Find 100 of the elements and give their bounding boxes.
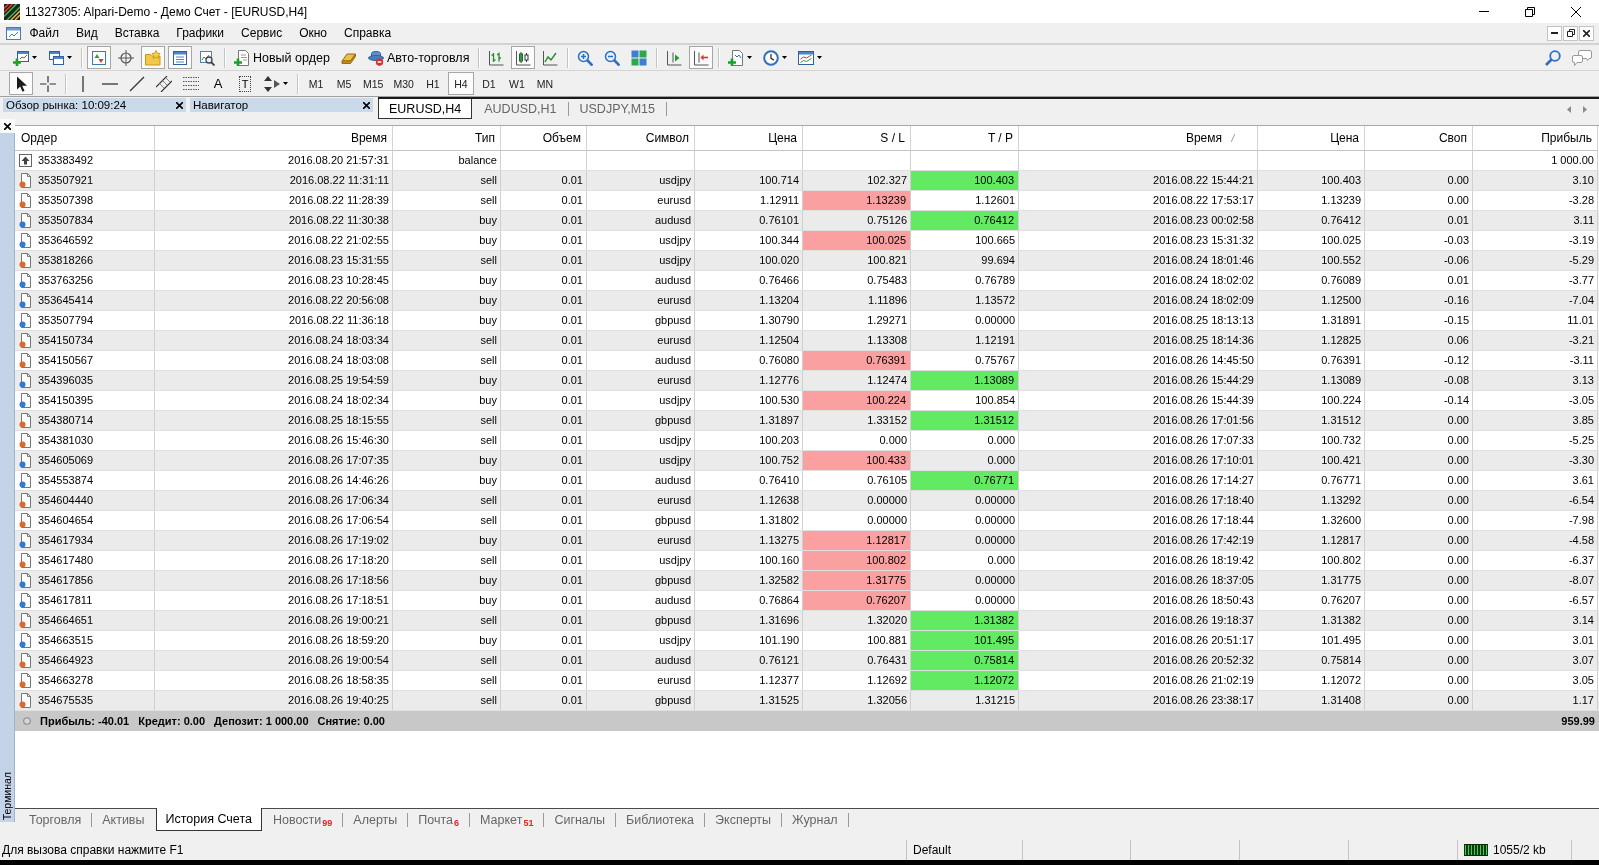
- tab[interactable]: История Счета: [155, 808, 262, 831]
- arrow-left-icon[interactable]: [1567, 105, 1571, 113]
- table-cell: 1.12072: [911, 671, 1018, 690]
- restore-button[interactable]: [1563, 25, 1578, 41]
- table-cell-text: 1.30790: [758, 313, 800, 328]
- timeframe-button[interactable]: MN: [531, 72, 558, 95]
- arrow-right-icon[interactable]: [1583, 105, 1587, 113]
- close-button[interactable]: [0, 119, 15, 133]
- table-cell-text: 0.00: [1446, 613, 1470, 628]
- document-plus-icon: [728, 49, 745, 66]
- document-icon: [19, 173, 32, 188]
- timeframe-button[interactable]: W1: [503, 72, 530, 95]
- chart-tab[interactable]: EURUSD,H4: [378, 99, 473, 119]
- table-cell-text: usdjpy: [658, 553, 692, 568]
- tab[interactable]: Алерты: [343, 809, 408, 831]
- table-cell-text: 0.01: [560, 233, 584, 248]
- column-header[interactable]: Цена: [695, 126, 803, 151]
- vertical-line-icon: [82, 75, 84, 92]
- table-cell-text: 0.76466: [758, 273, 800, 288]
- timeframe-button[interactable]: M15: [359, 72, 388, 95]
- close-button[interactable]: [1579, 25, 1594, 41]
- table-cell-text: 0.76410: [758, 473, 800, 488]
- table-cell-text: 101.495: [1320, 633, 1362, 648]
- table-cell-text: -4.58: [1567, 533, 1595, 548]
- tab[interactable]: Библиотека: [616, 809, 705, 831]
- table-cell-text: 353507794: [38, 313, 94, 328]
- table-cell-text: 2016.08.26 17:18:40: [1152, 493, 1255, 508]
- tab[interactable]: Торговля: [19, 809, 92, 831]
- timeframe-button[interactable]: H4: [447, 72, 474, 95]
- column-header[interactable]: Своп: [1365, 126, 1473, 151]
- table-cell-text: 2016.08.22 21:02:55: [287, 233, 390, 248]
- menu-item[interactable]: Справка: [335, 24, 400, 42]
- column-header[interactable]: Время: [1019, 126, 1258, 151]
- table-cell-text: 0.00: [1446, 553, 1470, 568]
- table-cell-text: 0.00: [1446, 433, 1470, 448]
- timeframe-button[interactable]: H1: [419, 72, 446, 95]
- column-header[interactable]: Ордер: [15, 126, 155, 151]
- timeframe-button[interactable]: M30: [389, 72, 418, 95]
- table-cell-text: 0.76101: [758, 213, 800, 228]
- table-cell-text: gbpusd: [653, 313, 692, 328]
- table-cell-text: 2016.08.26 17:18:20: [287, 553, 390, 568]
- document-icon: [19, 453, 32, 468]
- document-icon: [19, 253, 32, 268]
- template-icon: [798, 49, 815, 66]
- column-header[interactable]: Символ: [587, 126, 695, 151]
- timeframe-button[interactable]: M1: [303, 72, 329, 95]
- timeframe-button[interactable]: D1: [475, 72, 502, 95]
- table-cell-text: 0.01: [560, 693, 584, 708]
- table-cell-text: 1.31408: [1320, 693, 1362, 708]
- tab[interactable]: Активы: [92, 809, 155, 831]
- column-header[interactable]: Тип: [393, 126, 501, 151]
- tab[interactable]: Журнал: [782, 809, 848, 831]
- table-cell-text: 0.01: [560, 213, 584, 228]
- menu-item[interactable]: Вставка: [106, 24, 168, 42]
- column-header[interactable]: Время: [155, 126, 393, 151]
- column-header[interactable]: Прибыль: [1473, 126, 1598, 151]
- chart-tab[interactable]: USDJPY,M15: [568, 99, 666, 119]
- table-cell-text: sell: [479, 193, 498, 208]
- toolbar-button[interactable]: T: [233, 72, 257, 95]
- toolbar-button[interactable]: [9, 72, 33, 95]
- table-cell-text: 2016.08.26 15:44:29: [1152, 373, 1255, 388]
- table-cell-text: 0.000: [878, 433, 908, 448]
- timeframe-button[interactable]: M5: [331, 72, 357, 95]
- column-header[interactable]: Объем: [501, 126, 587, 151]
- toolbar-button[interactable]: A: [206, 72, 230, 95]
- toolbar-button[interactable]: [168, 46, 192, 69]
- table-cell-text: gbpusd: [653, 413, 692, 428]
- table-cell-text: sell: [479, 253, 498, 268]
- table-cell-text: 1.12504: [758, 333, 800, 348]
- menu-item[interactable]: Файл: [21, 24, 68, 42]
- tab[interactable]: Эксперты: [705, 809, 781, 831]
- folder-star-icon: [145, 49, 161, 66]
- table-cell: 100.224: [803, 391, 910, 410]
- table-cell-text: 1.32020: [866, 613, 908, 628]
- table-cell-text: 2016.08.23 10:28:45: [287, 273, 390, 288]
- table-cell-text: 354396035: [38, 373, 94, 388]
- table-cell-text: 354553874: [38, 473, 94, 488]
- column-header[interactable]: Цена: [1258, 126, 1365, 151]
- menu-item[interactable]: Окно: [290, 24, 336, 42]
- menu-item[interactable]: Графики: [167, 24, 233, 42]
- toolbar-button[interactable]: [511, 46, 536, 69]
- crosshair-icon: [118, 49, 134, 66]
- chart-tab[interactable]: AUDUSD,H1: [473, 99, 568, 119]
- table-cell-text: 2016.08.26 14:45:50: [1152, 353, 1255, 368]
- toolbar-button[interactable]: Новый ордер: [230, 46, 334, 69]
- menu-item[interactable]: Вид: [67, 24, 107, 42]
- table-cell-text: -6.57: [1567, 593, 1595, 608]
- column-header[interactable]: S / L: [803, 126, 911, 151]
- minimize-button[interactable]: [1547, 25, 1562, 41]
- column-header[interactable]: T / P: [911, 126, 1019, 151]
- toolbar-button[interactable]: Авто-торговля: [363, 46, 474, 69]
- table-cell-text: 2016.08.26 14:46:26: [287, 473, 390, 488]
- tab[interactable]: Сигналы: [544, 809, 616, 831]
- toolbar-button[interactable]: [689, 46, 714, 69]
- table-cell-text: 354150734: [38, 333, 94, 348]
- menu-item[interactable]: Сервис: [232, 24, 291, 42]
- table-cell-text: 2016.08.22 11:28:39: [287, 193, 390, 208]
- table-cell-text: buy: [478, 573, 498, 588]
- table-cell-text: 0.06: [1446, 333, 1470, 348]
- close-icon: [1571, 6, 1581, 17]
